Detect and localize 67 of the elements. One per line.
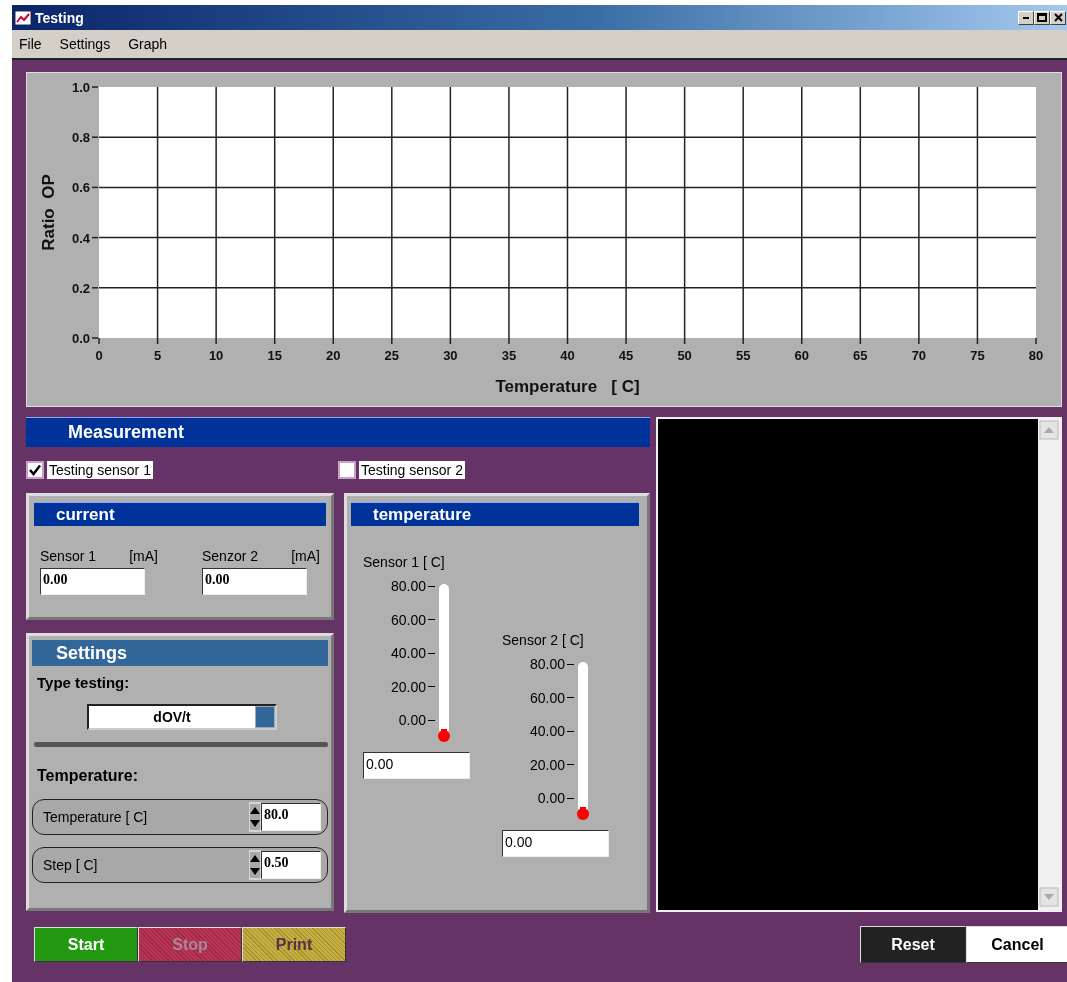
input-field[interactable]: 0.00 — [363, 752, 470, 779]
section-header: current — [34, 502, 326, 526]
input-field[interactable]: 0.50 — [261, 851, 321, 879]
numeric-control[interactable]: Step [ C] 0.50 — [32, 847, 328, 883]
scale-label: 60.00 — [391, 611, 427, 628]
axis-tick-label: 65 — [853, 348, 868, 363]
gauge-label: Sensor 2 [ C] — [501, 632, 585, 650]
axis-tick-label: 55 — [735, 348, 751, 363]
scale-label: 20.00 — [391, 678, 427, 695]
scale-label: 0.00 — [537, 790, 566, 806]
button[interactable]: Reset — [860, 926, 966, 963]
field-label: Type testing: — [36, 673, 131, 691]
axis-tick-label: 5 — [153, 348, 162, 363]
field-label: Sensor 1 — [40, 548, 97, 564]
axis-tick-label: 0.4 — [71, 230, 90, 246]
dropdown[interactable]: dOV/t — [87, 704, 277, 730]
field-label: Senzor 2 — [202, 548, 259, 564]
gauge-label: Sensor 1 [ C] — [362, 553, 446, 572]
axis-tick-label: 40 — [560, 348, 575, 363]
axis-tick-label: 0.8 — [71, 130, 90, 146]
input-field[interactable]: 0.00 — [202, 568, 307, 595]
checkbox-label[interactable]: Testing sensor 2 — [359, 461, 465, 479]
window-title: Testing — [35, 9, 85, 26]
button[interactable]: Start — [34, 927, 138, 962]
scale-label: 20.00 — [530, 756, 566, 773]
field-label: Step [ C] — [43, 857, 99, 873]
field-label: Temperature: — [36, 766, 140, 785]
section-header: Settings — [32, 640, 328, 666]
axis-tick-label: 1.0 — [71, 80, 90, 95]
section-header: temperature — [351, 502, 639, 526]
axis-tick-label: 10 — [208, 348, 224, 363]
scale-label: 60.00 — [530, 689, 566, 706]
numeric-control[interactable]: Temperature [ C] 80.0 — [32, 799, 328, 835]
axis-tick-label: 0 — [95, 348, 103, 363]
axis-tick-label: 30 — [443, 348, 458, 363]
axis-tick-label: 50 — [677, 348, 692, 363]
axis-tick-label: 20 — [326, 348, 341, 363]
axis-tick-label: 80 — [1028, 348, 1044, 363]
axis-tick-label: 35 — [501, 348, 517, 363]
axis-tick-label: 60 — [794, 348, 809, 363]
axis-tick-label: 0.2 — [71, 280, 90, 296]
axis-tick-label: 15 — [267, 348, 282, 363]
scale-label: 0.00 — [398, 712, 427, 728]
axis-tick-label: 70 — [911, 348, 927, 363]
menu-item[interactable]: Graph — [128, 36, 168, 52]
axis-tick-label: 45 — [618, 348, 634, 363]
scale-label: 40.00 — [391, 645, 427, 661]
field-label: Temperature [ C] — [43, 809, 149, 825]
input-field[interactable]: 80.0 — [261, 803, 321, 831]
button[interactable]: Cancel — [966, 926, 1067, 963]
axis-tick-label: 0.6 — [71, 180, 90, 196]
axis-tick-label: 25 — [384, 348, 400, 363]
axis-title: Temperature [ C] — [495, 377, 640, 396]
menu-item[interactable]: File — [19, 36, 42, 52]
menu-item[interactable]: Settings — [59, 36, 111, 52]
scale-label: 80.00 — [530, 656, 566, 672]
input-field[interactable]: 0.00 — [40, 568, 145, 595]
checkbox-label[interactable]: Testing sensor 1 — [47, 461, 153, 479]
unit-label: [mA] — [291, 548, 320, 564]
input-field[interactable]: 0.00 — [502, 830, 609, 857]
axis-tick-label: 0.0 — [71, 331, 90, 346]
axis-tick-label: 75 — [970, 348, 985, 363]
section-header: Measurement — [26, 417, 650, 447]
scale-label: 40.00 — [530, 723, 566, 739]
unit-label: [mA] — [129, 548, 158, 564]
scale-label: 80.00 — [391, 578, 427, 594]
axis-title: Ratio OP — [39, 174, 58, 251]
